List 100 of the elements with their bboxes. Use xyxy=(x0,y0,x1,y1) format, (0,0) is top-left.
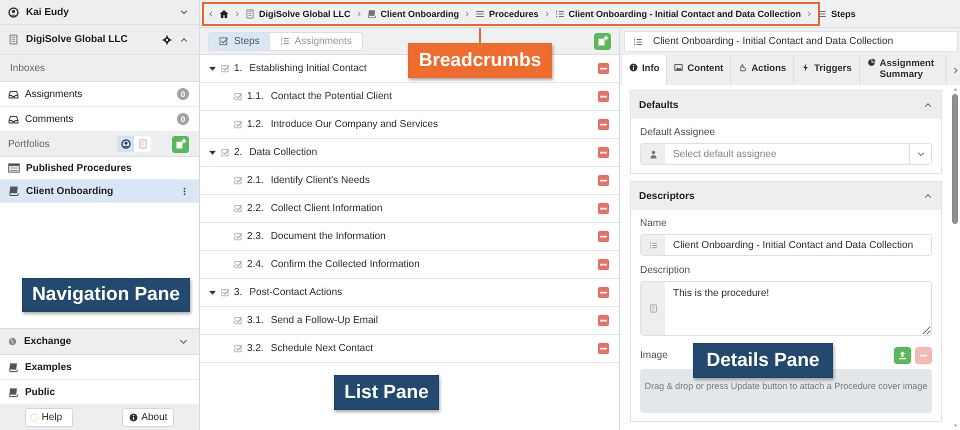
step-number: 3.1. xyxy=(247,315,264,326)
callout-label: Breadcrumbs xyxy=(408,43,552,78)
add-portfolio-button[interactable] xyxy=(172,136,189,152)
step-title[interactable]: Post-Contact Actions xyxy=(249,287,342,298)
breadcrumb-link[interactable]: Client Onboarding - Initial Contact and Data Collection xyxy=(568,9,802,19)
add-icon xyxy=(596,35,608,47)
chevron-right-icon xyxy=(233,10,241,18)
checkbox-icon xyxy=(221,64,230,73)
remove-button[interactable] xyxy=(598,287,609,298)
list-icon xyxy=(633,36,643,46)
caret-down-icon[interactable] xyxy=(208,288,217,297)
tray-icon xyxy=(8,114,19,124)
checkbox-icon xyxy=(221,288,230,297)
exchange-item[interactable]: Public xyxy=(25,386,56,398)
book-icon xyxy=(8,362,19,372)
exchange-item[interactable]: Examples xyxy=(25,362,72,372)
remove-button[interactable] xyxy=(598,91,609,102)
field-label: Image xyxy=(640,350,668,361)
callout-label: List Pane xyxy=(334,375,439,410)
step-title[interactable]: Data Collection xyxy=(249,147,318,158)
item-label: Client Onboarding xyxy=(26,186,114,196)
count-badge: 0 xyxy=(177,88,189,100)
step-title[interactable]: Send a Follow-Up Email xyxy=(270,315,378,326)
step-title[interactable]: Identify Client's Needs xyxy=(270,175,370,186)
user-icon xyxy=(8,6,19,18)
title-field[interactable]: Client Onboarding - Initial Contact and Data Collection xyxy=(624,31,958,52)
inbox-item[interactable]: Assignments xyxy=(25,88,82,100)
section-header: Exchange xyxy=(24,336,72,347)
list-icon xyxy=(280,36,290,46)
list-icon xyxy=(475,9,486,19)
add-step-button[interactable] xyxy=(594,32,611,50)
step-number: 1.1. xyxy=(247,91,264,102)
checkbox-icon xyxy=(234,344,243,353)
step-number: 2. xyxy=(234,147,242,158)
help-button[interactable]: Help xyxy=(24,408,74,427)
view-toggle-button[interactable] xyxy=(134,136,151,152)
step-title[interactable]: Establishing Initial Contact xyxy=(249,63,367,74)
list-icon xyxy=(817,9,828,19)
back-icon xyxy=(207,10,215,18)
remove-button[interactable] xyxy=(598,231,609,242)
user-name: Kai Eudy xyxy=(26,6,69,18)
step-title[interactable]: Document the Information xyxy=(270,231,386,242)
view-toggle-button[interactable] xyxy=(117,136,134,152)
home-icon[interactable] xyxy=(219,9,229,19)
pie-chart-icon xyxy=(866,58,876,67)
step-title[interactable]: Schedule Next Contact xyxy=(270,343,373,354)
breadcrumb-link[interactable]: Procedures xyxy=(489,9,539,19)
add-icon xyxy=(174,138,186,150)
breadcrumb-link[interactable]: DigiSolve Global LLC xyxy=(259,9,351,19)
step-title[interactable]: Contact the Potential Client xyxy=(270,91,392,102)
checkbox-icon xyxy=(234,316,243,325)
bolt-icon xyxy=(801,63,810,72)
checkbox-icon xyxy=(234,120,243,129)
upload-icon xyxy=(897,350,908,361)
caret-down-icon[interactable] xyxy=(208,64,217,73)
checkbox-icon xyxy=(234,204,243,213)
list-tab[interactable]: Steps xyxy=(209,32,270,50)
step-title[interactable]: Introduce Our Company and Services xyxy=(270,119,438,130)
info-icon xyxy=(629,63,638,72)
remove-button[interactable] xyxy=(598,343,609,354)
image-drop-zone[interactable]: Drag & drop or press Update button to attach a Procedure cover image xyxy=(640,369,932,413)
chevron-right-icon xyxy=(805,10,814,18)
remove-button[interactable] xyxy=(598,259,609,270)
document-icon xyxy=(138,139,148,149)
step-title[interactable]: Collect Client Information xyxy=(270,203,382,214)
remove-button[interactable] xyxy=(598,203,609,214)
details-tab[interactable]: Info xyxy=(622,55,668,85)
upload-button[interactable] xyxy=(894,347,911,364)
callout-label: Details Pane xyxy=(693,343,833,378)
breadcrumb-link[interactable]: Steps xyxy=(831,9,856,19)
catalog-icon xyxy=(8,162,20,174)
remove-button[interactable] xyxy=(598,315,609,326)
section-header: Portfolios xyxy=(8,138,50,150)
step-number: 3.2. xyxy=(247,343,264,354)
step-number: 3. xyxy=(234,287,242,298)
step-title[interactable]: Confirm the Collected Information xyxy=(270,259,420,270)
chevron-right-icon[interactable] xyxy=(951,66,960,74)
breadcrumb-link[interactable]: Client Onboarding xyxy=(380,9,460,19)
panel-header[interactable]: Defaults xyxy=(631,91,941,119)
panel-header[interactable]: Descriptors xyxy=(631,182,941,210)
remove-button[interactable] xyxy=(598,119,609,130)
chevron-right-icon xyxy=(463,10,472,18)
checkbox-icon xyxy=(221,148,230,157)
checkbox-icon xyxy=(234,232,243,241)
step-number: 2.2. xyxy=(247,203,264,214)
caret-down-icon[interactable] xyxy=(208,148,217,157)
portfolio-item[interactable]: Client Onboarding xyxy=(0,180,199,203)
remove-button[interactable] xyxy=(598,175,609,186)
numbered-list-icon xyxy=(554,9,565,19)
book-icon xyxy=(8,185,20,197)
checkbox-icon xyxy=(219,36,229,46)
remove-button[interactable] xyxy=(598,63,609,74)
assignee-field[interactable]: Select default assignee xyxy=(640,143,932,165)
step-number: 2.3. xyxy=(247,231,264,242)
remove-button[interactable] xyxy=(598,147,609,158)
about-button[interactable]: About xyxy=(122,408,174,427)
inbox-item[interactable]: Comments xyxy=(25,114,74,124)
field-label: Description xyxy=(640,265,692,276)
name-field[interactable]: Client Onboarding - Initial Contact and Data Collection xyxy=(640,234,932,256)
image-icon xyxy=(674,63,684,72)
